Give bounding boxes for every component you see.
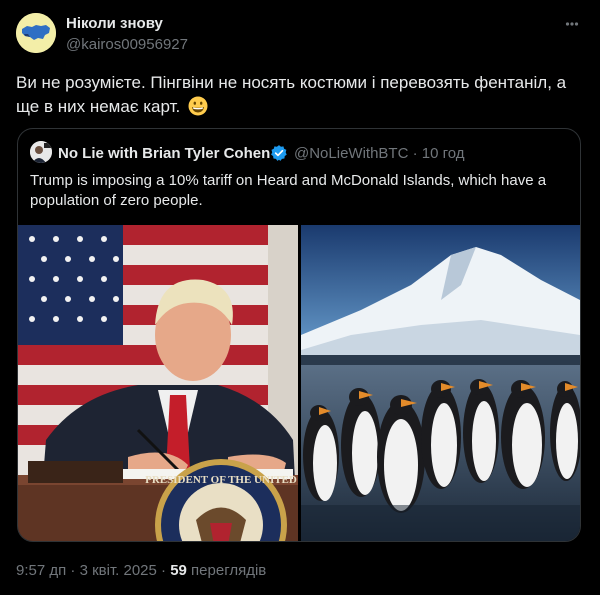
author-handle[interactable]: @kairos00956927 bbox=[66, 36, 188, 53]
photo-penguins[interactable] bbox=[301, 225, 580, 541]
tweet-body: Ви не розумієте. Пінгвіни не носять кост… bbox=[16, 73, 567, 116]
map-avatar-icon bbox=[16, 13, 56, 53]
author-avatar[interactable] bbox=[16, 13, 56, 53]
quoted-text: Trump is imposing a 10% tariff on Heard … bbox=[30, 172, 547, 209]
tweet-meta: 9:57 дп · 3 квіт. 2025 · 59 переглядів bbox=[16, 562, 266, 579]
tweet-text: Ви не розумієте. Пінгвіни не носять кост… bbox=[16, 71, 582, 119]
views-label: переглядів bbox=[186, 562, 267, 579]
more-options-icon[interactable] bbox=[560, 12, 584, 36]
quoted-handle-time[interactable]: @NoLieWithBTC · 10 год bbox=[294, 145, 465, 162]
verified-badge-icon bbox=[270, 144, 288, 162]
seal-text: PRESIDENT OF THE UNITED bbox=[145, 474, 297, 486]
views-count: 59 bbox=[170, 562, 187, 579]
person-avatar-icon bbox=[30, 141, 52, 163]
grinning-face-icon bbox=[188, 96, 208, 116]
timestamp[interactable]: 9:57 дп · 3 квіт. 2025 · bbox=[16, 562, 170, 579]
quoted-author-avatar[interactable] bbox=[30, 141, 52, 163]
author-name[interactable]: Ніколи знову bbox=[66, 15, 163, 32]
quoted-media[interactable]: PRESIDENT OF THE UNITED bbox=[18, 225, 580, 541]
tweet-card: Ніколи знову @kairos00956927 Ви не розум… bbox=[0, 0, 600, 595]
quoted-tweet[interactable]: No Lie with Brian Tyler Cohen @NoLieWith… bbox=[17, 128, 581, 542]
photo-signing[interactable]: PRESIDENT OF THE UNITED bbox=[18, 225, 298, 541]
quoted-author-name[interactable]: No Lie with Brian Tyler Cohen bbox=[58, 145, 270, 162]
